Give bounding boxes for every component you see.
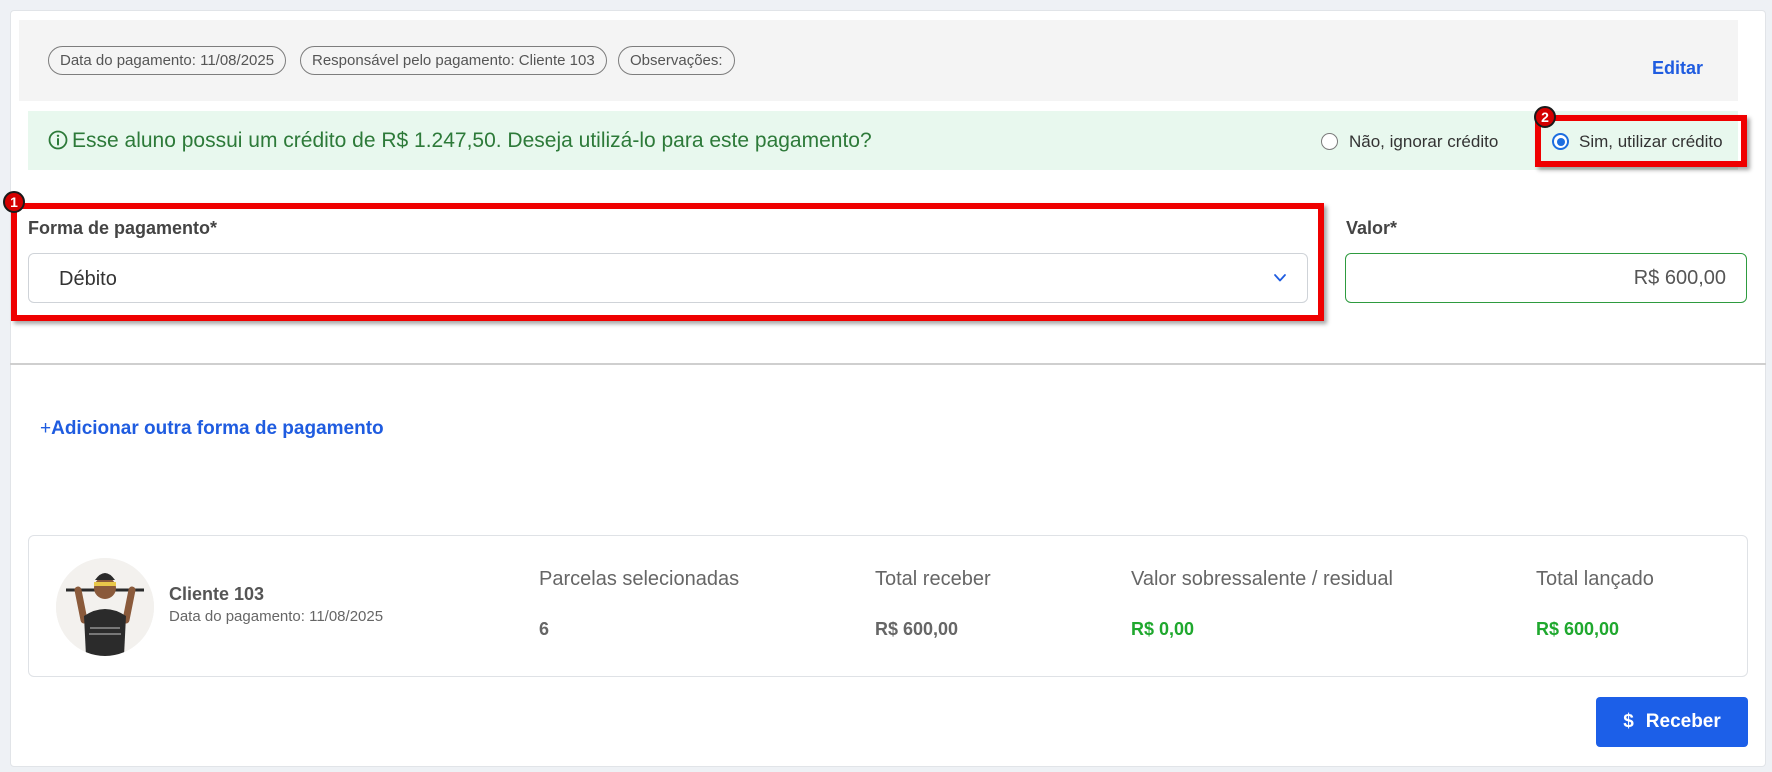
notes-chip: Observações: (618, 46, 735, 75)
stat-label-installments: Parcelas selecionadas (539, 568, 740, 590)
payer-chip: Responsável pelo pagamento: Cliente 103 (300, 46, 607, 75)
add-payment-method-link[interactable]: +Adicionar outra forma de pagamento (40, 418, 384, 440)
client-avatar-illustration (56, 558, 154, 656)
payment-summary (28, 535, 1748, 677)
info-icon (48, 130, 68, 150)
stat-value-total-launched: R$ 600,00 (1536, 619, 1620, 639)
stat-label-residual: Valor sobressalente / residual (1131, 568, 1393, 590)
stat-value-total-receive: R$ 600,00 (875, 619, 959, 639)
radio-ignore-credit-label[interactable]: Não, ignorar crédito (1349, 132, 1498, 152)
receive-button-label: Receber (1645, 711, 1721, 732)
receive-button[interactable]: $ Receber (1596, 697, 1748, 747)
annotation-box-1 (11, 203, 1324, 321)
avatar (56, 558, 154, 656)
annotation-box-2 (1535, 115, 1747, 167)
stat-label-total-receive: Total receber (875, 568, 991, 590)
radio-ignore-credit[interactable] (1321, 133, 1338, 150)
client-name: Cliente 103 (169, 584, 265, 604)
stat-value-installments: 6 (539, 619, 550, 639)
edit-link[interactable]: Editar (1652, 58, 1703, 79)
plus-icon: + (40, 418, 52, 439)
stat-label-total-launched: Total lançado (1536, 568, 1654, 590)
payment-date-chip: Data do pagamento: 11/08/2025 (48, 46, 287, 75)
annotation-badge-2: 2 (1534, 106, 1556, 128)
amount-input[interactable] (1345, 253, 1747, 303)
dollar-icon: $ (1623, 711, 1634, 732)
add-payment-method-label: Adicionar outra forma de pagamento (51, 418, 384, 439)
annotation-badge-1: 1 (3, 191, 25, 213)
client-payment-date: Data do pagamento: 11/08/2025 (169, 608, 384, 625)
credit-message: Esse aluno possui um crédito de R$ 1.247… (72, 129, 872, 152)
section-divider (10, 363, 1766, 365)
amount-label: Valor* (1346, 218, 1398, 238)
stat-value-residual: R$ 0,00 (1131, 619, 1195, 639)
